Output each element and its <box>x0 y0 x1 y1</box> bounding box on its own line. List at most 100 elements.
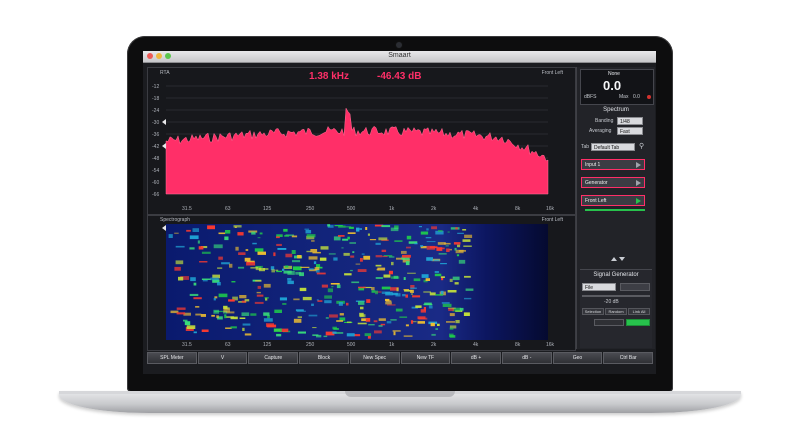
banding-select[interactable]: 1/48 <box>617 117 643 125</box>
spectrograph-cell <box>463 245 472 247</box>
meter-unit: dBFS <box>584 94 597 100</box>
v-button[interactable]: V <box>197 352 248 364</box>
spectrograph-panel[interactable]: Spectrograph Front Left 31.5 63 125 250 … <box>147 215 576 351</box>
spl-meter-button[interactable]: SPL Meter <box>147 352 197 364</box>
spectrograph-cell <box>311 240 315 242</box>
spectrograph-cell <box>357 269 367 272</box>
spectrograph-cell <box>174 266 181 271</box>
spectrograph-cell <box>385 298 390 302</box>
spectrograph-cell <box>297 255 302 259</box>
signal-generator-heading: Signal Generator <box>593 272 639 278</box>
spectrograph-cell <box>440 263 447 265</box>
block-button[interactable]: Block <box>299 352 349 364</box>
spectrograph-cell <box>246 261 256 266</box>
generator-button-row: Selection Random Link All <box>582 308 650 315</box>
geo-button[interactable]: Geo <box>552 352 603 364</box>
meter-source-label[interactable]: None <box>608 71 620 77</box>
capture-button[interactable]: Capture <box>248 352 299 364</box>
route-button-front-left[interactable]: Front Left <box>581 195 645 206</box>
spectrograph-cell <box>297 331 306 334</box>
generator-type-select[interactable]: File <box>582 283 616 291</box>
generator-link-button[interactable]: Link All <box>628 308 650 315</box>
spectrograph-cell <box>237 232 244 236</box>
freq-tick: 2k <box>431 342 437 348</box>
generator-random-button[interactable]: Random <box>605 308 627 315</box>
spectrograph-cell <box>224 314 227 319</box>
spectrograph-cell <box>349 242 356 244</box>
scroll-up-icon[interactable] <box>611 257 617 261</box>
signal-generator-panel: Signal Generator File -20 dB Selection R… <box>580 269 652 348</box>
spectrograph-cell <box>189 293 199 296</box>
spectrograph-cell <box>295 309 304 312</box>
spectrograph-cell <box>435 328 438 330</box>
db-minus-button[interactable]: dB - <box>501 352 552 364</box>
spectrograph-cell <box>238 252 246 255</box>
averaging-select[interactable]: Fast <box>617 127 643 135</box>
spectrograph-cell <box>210 277 219 281</box>
spectrograph-cell <box>352 251 355 253</box>
spectrograph-cell <box>360 258 363 262</box>
route-label: Front Left <box>585 198 607 204</box>
generator-file-button[interactable] <box>620 283 650 291</box>
new-spec-button[interactable]: New Spec <box>349 352 400 364</box>
play-arrow-icon <box>636 162 641 168</box>
spectrograph-cell <box>430 322 435 327</box>
filter-icon[interactable]: ⚲ <box>639 142 644 150</box>
spectrograph-cell <box>426 241 436 243</box>
spectrograph-cell <box>259 232 263 235</box>
spectrograph-cell <box>391 261 394 266</box>
spectrograph-cell <box>375 264 382 267</box>
level-meter[interactable]: None 0.0 dBFS Max 0.0 <box>580 69 654 105</box>
spectrograph-cell <box>293 266 302 271</box>
spectrograph-cell <box>192 228 199 232</box>
spectrograph-cell <box>238 266 245 269</box>
spectrograph-cell <box>464 234 473 238</box>
spectrograph-cell <box>256 294 264 297</box>
spectrograph-cell <box>174 232 179 234</box>
spectrograph-cell <box>367 233 370 236</box>
spectrograph-cell <box>457 244 461 248</box>
freq-tick: 63 <box>225 342 231 348</box>
spectrograph-cell <box>332 331 337 334</box>
generator-selection-button[interactable]: Selection <box>582 308 604 315</box>
window-title: Smaart <box>388 52 411 59</box>
spectrograph-cell <box>426 228 429 231</box>
spectrograph-cell <box>283 270 292 274</box>
generator-level-slider[interactable] <box>582 295 650 297</box>
freq-tick: 125 <box>263 206 272 212</box>
spectrograph-cell <box>223 308 230 313</box>
generator-on-button[interactable] <box>626 319 650 326</box>
spectrograph-cell <box>447 231 450 233</box>
spectrograph-cell <box>463 312 470 316</box>
spectrograph-cell <box>285 265 289 268</box>
spectrograph-cell <box>455 320 460 324</box>
route-button-input-1[interactable]: Input 1 <box>581 159 645 170</box>
spectrograph-cell <box>423 291 431 293</box>
db-plus-button[interactable]: dB + <box>451 352 501 364</box>
spectrograph-cell <box>369 239 377 241</box>
ctrl-bar-button[interactable]: Ctrl Bar <box>603 352 654 364</box>
spectrograph-cell <box>387 304 396 306</box>
spectrograph-cell <box>423 303 433 306</box>
spectrograph-cell <box>390 319 397 321</box>
spectrograph-cell <box>373 320 378 323</box>
scroll-down-icon[interactable] <box>619 257 625 261</box>
spectrograph-cell <box>393 275 399 279</box>
spectrograph-cell <box>231 281 236 283</box>
spectrograph-cell <box>229 263 233 268</box>
camera-icon <box>396 42 402 48</box>
freq-tick: 16k <box>546 206 555 212</box>
generator-mode-toggle[interactable] <box>594 319 624 326</box>
spectrograph-cell <box>255 280 262 282</box>
spectrograph-cell <box>228 299 235 302</box>
route-button-generator[interactable]: Generator <box>581 177 645 188</box>
spectrum-panel[interactable]: RTA Front Left -12 -18 -24 -30 -36 -42 -… <box>147 67 576 215</box>
spectrograph-cell <box>350 269 353 272</box>
spectrograph-cell <box>431 333 436 336</box>
spectrograph-cell <box>178 276 184 281</box>
tab-select[interactable]: Default Tab <box>591 143 635 151</box>
spectrograph-cell <box>394 240 403 242</box>
new-tf-button[interactable]: New TF <box>400 352 451 364</box>
spectrograph-cell <box>276 236 280 239</box>
spectrograph-cell <box>390 227 399 232</box>
